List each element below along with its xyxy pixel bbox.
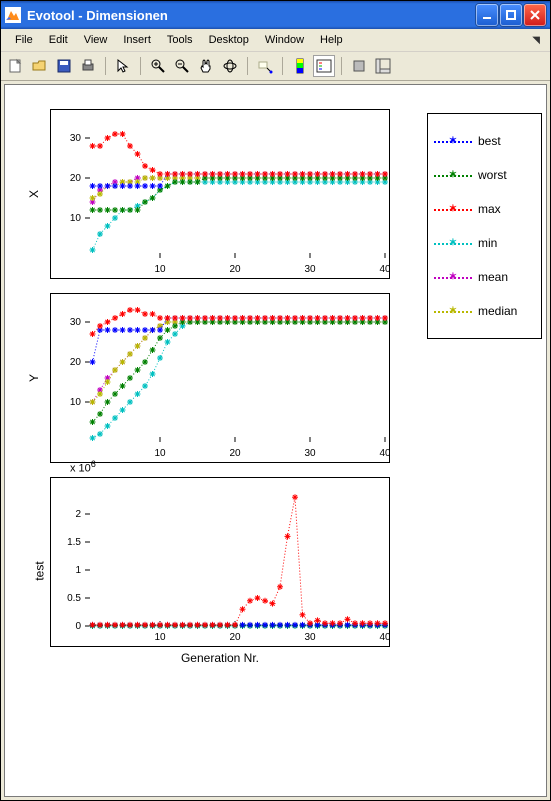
svg-text:30: 30 (304, 448, 316, 459)
ylabel-y: Y (27, 374, 41, 382)
svg-text:0: 0 (75, 621, 81, 632)
titlebar: Evotool - Dimensionen (1, 1, 550, 29)
axes-x[interactable]: X 10203040102030 (50, 109, 390, 279)
svg-text:30: 30 (70, 133, 82, 144)
menu-insert[interactable]: Insert (115, 32, 159, 48)
close-button[interactable] (524, 4, 546, 26)
data-cursor-icon[interactable] (254, 55, 276, 77)
menu-help[interactable]: Help (312, 32, 351, 48)
svg-text:2: 2 (75, 509, 81, 520)
app-window: Evotool - Dimensionen File Edit View Ins… (0, 0, 551, 801)
svg-text:30: 30 (304, 264, 316, 275)
legend-label-max: max (478, 202, 501, 216)
exponent-label: x 106 (70, 459, 96, 475)
menu-file[interactable]: File (7, 32, 41, 48)
svg-text:10: 10 (154, 264, 166, 275)
svg-text:20: 20 (229, 264, 241, 275)
svg-text:20: 20 (70, 357, 82, 368)
menu-window[interactable]: Window (257, 32, 312, 48)
xlabel: Generation Nr. (50, 651, 390, 665)
legend-marker-max: ✶ (434, 203, 472, 215)
legend-marker-best: ✶ (434, 135, 472, 147)
zoom-out-icon[interactable] (171, 55, 193, 77)
svg-text:10: 10 (154, 632, 166, 643)
legend-median[interactable]: ✶ median (434, 294, 535, 328)
ylabel-x: X (27, 190, 41, 198)
figure-canvas[interactable]: X 10203040102030 Y 10203040102030 x 106 … (4, 84, 547, 797)
menu-expand-icon[interactable]: ◥ (528, 35, 544, 46)
svg-text:30: 30 (304, 632, 316, 643)
menu-desktop[interactable]: Desktop (201, 32, 257, 48)
legend-max[interactable]: ✶ max (434, 192, 535, 226)
show-plot-tools-icon[interactable] (372, 55, 394, 77)
open-icon[interactable] (29, 55, 51, 77)
legend-label-worst: worst (478, 168, 507, 182)
ylabel-test: test (33, 561, 47, 580)
legend-marker-worst: ✶ (434, 169, 472, 181)
save-icon[interactable] (53, 55, 75, 77)
legend-worst[interactable]: ✶ worst (434, 158, 535, 192)
legend[interactable]: ✶ best ✶ worst ✶ max ✶ min ✶ mean ✶ medi… (427, 113, 542, 339)
axes-y[interactable]: Y 10203040102030 (50, 293, 390, 463)
svg-text:30: 30 (70, 317, 82, 328)
insert-colorbar-icon[interactable] (289, 55, 311, 77)
legend-marker-min: ✶ (434, 237, 472, 249)
svg-text:40: 40 (379, 264, 390, 275)
svg-text:40: 40 (379, 448, 390, 459)
insert-legend-icon[interactable] (313, 55, 335, 77)
svg-text:1: 1 (75, 565, 81, 576)
print-icon[interactable] (77, 55, 99, 77)
window-title: Evotool - Dimensionen (27, 8, 474, 23)
svg-text:20: 20 (229, 448, 241, 459)
hide-plot-tools-icon[interactable] (348, 55, 370, 77)
legend-label-median: median (478, 304, 517, 318)
legend-label-min: min (478, 236, 497, 250)
legend-mean[interactable]: ✶ mean (434, 260, 535, 294)
legend-label-best: best (478, 134, 501, 148)
legend-min[interactable]: ✶ min (434, 226, 535, 260)
legend-label-mean: mean (478, 270, 508, 284)
svg-text:40: 40 (379, 632, 390, 643)
legend-marker-median: ✶ (434, 305, 472, 317)
svg-text:10: 10 (154, 448, 166, 459)
minimize-button[interactable] (476, 4, 498, 26)
plot-stack: X 10203040102030 Y 10203040102030 x 106 … (5, 85, 415, 796)
svg-text:20: 20 (70, 173, 82, 184)
rotate-3d-icon[interactable] (219, 55, 241, 77)
maximize-button[interactable] (500, 4, 522, 26)
axes-test[interactable]: x 106 test 1020304000.511.52 Generation … (50, 477, 390, 665)
menu-tools[interactable]: Tools (159, 32, 201, 48)
svg-text:0.5: 0.5 (67, 593, 81, 604)
pointer-icon[interactable] (112, 55, 134, 77)
new-figure-icon[interactable] (5, 55, 27, 77)
svg-text:20: 20 (229, 632, 241, 643)
matlab-icon (5, 7, 21, 23)
toolbar (1, 52, 550, 81)
legend-marker-mean: ✶ (434, 271, 472, 283)
menu-bar: File Edit View Insert Tools Desktop Wind… (1, 29, 550, 52)
legend-best[interactable]: ✶ best (434, 124, 535, 158)
zoom-in-icon[interactable] (147, 55, 169, 77)
svg-text:10: 10 (70, 213, 82, 224)
menu-edit[interactable]: Edit (41, 32, 76, 48)
svg-text:10: 10 (70, 397, 82, 408)
menu-view[interactable]: View (76, 32, 116, 48)
svg-text:1.5: 1.5 (67, 537, 81, 548)
pan-icon[interactable] (195, 55, 217, 77)
